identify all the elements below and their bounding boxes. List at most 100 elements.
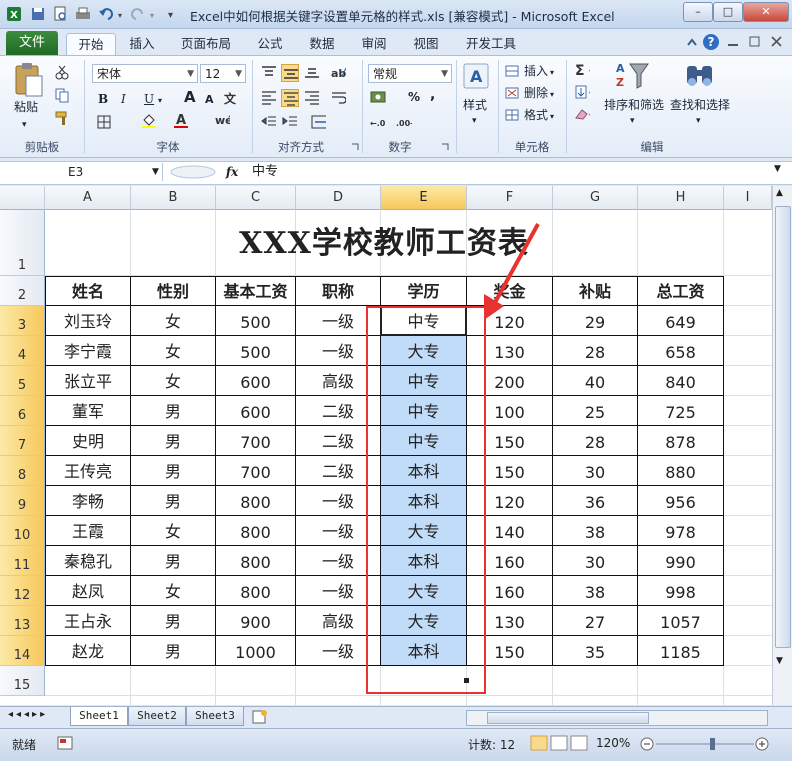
save-icon[interactable] — [30, 5, 46, 23]
orientation-icon[interactable]: ab — [330, 64, 346, 80]
format-painter-icon[interactable] — [54, 110, 70, 126]
row-header-12[interactable]: 12 — [0, 576, 45, 606]
accounting-format-icon[interactable] — [370, 89, 386, 105]
table-cell[interactable]: 840 — [638, 366, 724, 396]
format-cells-icon[interactable] — [504, 107, 520, 123]
table-cell[interactable]: 800 — [216, 576, 296, 606]
increase-decimal-icon[interactable]: ←.0 — [370, 114, 386, 130]
select-all-corner[interactable] — [0, 186, 45, 210]
table-cell[interactable]: 500 — [216, 336, 296, 366]
table-cell[interactable]: 女 — [131, 516, 216, 546]
table-cell[interactable]: 956 — [638, 486, 724, 516]
insert-cells-icon[interactable] — [504, 63, 520, 79]
row-header-15[interactable]: 15 — [0, 666, 45, 696]
table-cell[interactable]: 女 — [131, 306, 216, 336]
column-header-b[interactable]: B — [131, 186, 216, 210]
table-cell[interactable]: 38 — [553, 576, 638, 606]
table-cell[interactable]: 28 — [553, 426, 638, 456]
table-cell[interactable]: 700 — [216, 456, 296, 486]
cut-icon[interactable] — [54, 64, 70, 80]
table-cell[interactable]: 27 — [553, 606, 638, 636]
table-cell[interactable]: 38 — [553, 516, 638, 546]
align-middle-icon[interactable] — [281, 64, 299, 82]
column-header-c[interactable]: C — [216, 186, 296, 210]
table-cell[interactable]: 878 — [638, 426, 724, 456]
vertical-scroll-thumb[interactable] — [775, 206, 791, 648]
font-size-combo[interactable]: 12 ▼ — [200, 64, 246, 83]
sheet-nav-arrows-icon[interactable]: ◂◂◂▸▸ — [8, 709, 48, 720]
table-cell[interactable]: 1185 — [638, 636, 724, 666]
sheet-tab-1[interactable]: Sheet1 — [70, 707, 128, 726]
table-header-cell[interactable]: 学历 — [381, 276, 467, 306]
minimize-ribbon-icon[interactable] — [684, 35, 700, 51]
tab-home[interactable]: 开始 — [66, 33, 116, 56]
table-cell[interactable]: 990 — [638, 546, 724, 576]
column-header-g[interactable]: G — [553, 186, 638, 210]
align-left-icon[interactable] — [260, 89, 276, 105]
table-cell[interactable]: 800 — [216, 546, 296, 576]
insert-cells-button[interactable]: 插入 — [524, 62, 548, 80]
tab-page-layout[interactable]: 页面布局 — [172, 33, 240, 55]
phonetic-icon[interactable]: 文 — [222, 90, 238, 106]
table-cell[interactable]: 25 — [553, 396, 638, 426]
column-header-i[interactable]: I — [724, 186, 772, 210]
table-cell[interactable]: 1057 — [638, 606, 724, 636]
table-cell[interactable]: 30 — [553, 456, 638, 486]
format-cells-button[interactable]: 格式 — [524, 106, 548, 124]
customize-toolbar-icon[interactable]: ▾ — [166, 5, 178, 23]
table-header-cell[interactable]: 总工资 — [638, 276, 724, 306]
table-cell[interactable]: 女 — [131, 576, 216, 606]
number-format-combo[interactable]: 常规 ▼ — [368, 64, 452, 83]
delete-cells-icon[interactable] — [504, 85, 520, 101]
row-header-11[interactable]: 11 — [0, 546, 45, 576]
sheet-tab-3[interactable]: Sheet3 — [186, 707, 244, 726]
clear-icon[interactable]: ▾ — [574, 106, 590, 122]
table-cell[interactable]: 35 — [553, 636, 638, 666]
table-cell[interactable]: 赵凤 — [45, 576, 131, 606]
quick-print-icon[interactable] — [74, 5, 92, 23]
row-header-2[interactable]: 2 — [0, 276, 45, 306]
table-cell[interactable]: 男 — [131, 396, 216, 426]
styles-icon[interactable]: A — [462, 62, 490, 92]
row-header-13[interactable]: 13 — [0, 606, 45, 636]
wen-style-icon[interactable]: wén — [214, 112, 230, 128]
help-icon[interactable]: ? — [702, 33, 720, 51]
worksheet-grid[interactable]: ABCDEFGHI 1 2 3 4 5 6 7 8 9 10 11 12 13 14 15 XXX学校教师工… — [0, 186, 772, 705]
align-bottom-icon[interactable] — [303, 64, 319, 80]
tab-review[interactable]: 审阅 — [354, 33, 394, 55]
table-cell[interactable]: 725 — [638, 396, 724, 426]
table-header-cell[interactable]: 性别 — [131, 276, 216, 306]
table-cell[interactable]: 600 — [216, 396, 296, 426]
table-cell[interactable]: 29 — [553, 306, 638, 336]
table-cell[interactable]: 600 — [216, 366, 296, 396]
table-cell[interactable]: 女 — [131, 366, 216, 396]
delete-cells-button[interactable]: 删除 — [524, 84, 548, 102]
tab-formulas[interactable]: 公式 — [250, 33, 290, 55]
paste-dropdown-arrow[interactable]: ▾ — [22, 116, 27, 134]
column-header-e[interactable]: E — [381, 186, 467, 210]
table-cell[interactable]: 500 — [216, 306, 296, 336]
tab-file[interactable]: 文件 — [6, 31, 58, 55]
scroll-down-icon[interactable]: ▼ — [776, 656, 783, 666]
table-cell[interactable]: 28 — [553, 336, 638, 366]
table-header-cell[interactable]: 补贴 — [553, 276, 638, 306]
vertical-scrollbar[interactable]: ▲ ▼ — [772, 186, 792, 705]
undo-icon[interactable]: ▾ — [98, 5, 126, 23]
row-header-8[interactable]: 8 — [0, 456, 45, 486]
table-cell[interactable]: 男 — [131, 546, 216, 576]
find-dropdown-arrow[interactable]: ▾ — [696, 112, 701, 130]
table-cell[interactable]: 李宁霞 — [45, 336, 131, 366]
table-cell[interactable]: 900 — [216, 606, 296, 636]
tab-data[interactable]: 数据 — [302, 33, 342, 55]
table-cell[interactable]: 649 — [638, 306, 724, 336]
fill-color-icon[interactable] — [140, 112, 156, 128]
table-cell[interactable]: 王霞 — [45, 516, 131, 546]
tab-developer[interactable]: 开发工具 — [458, 33, 524, 55]
table-header-cell[interactable]: 基本工资 — [216, 276, 296, 306]
expand-formula-icon[interactable]: ▼ — [774, 164, 781, 174]
excel-logo-icon[interactable]: X — [6, 5, 22, 23]
align-right-icon[interactable] — [303, 89, 319, 105]
table-cell[interactable]: 男 — [131, 456, 216, 486]
sort-filter-icon[interactable]: AZ — [616, 60, 650, 92]
maximize-button[interactable]: □ — [713, 2, 743, 22]
